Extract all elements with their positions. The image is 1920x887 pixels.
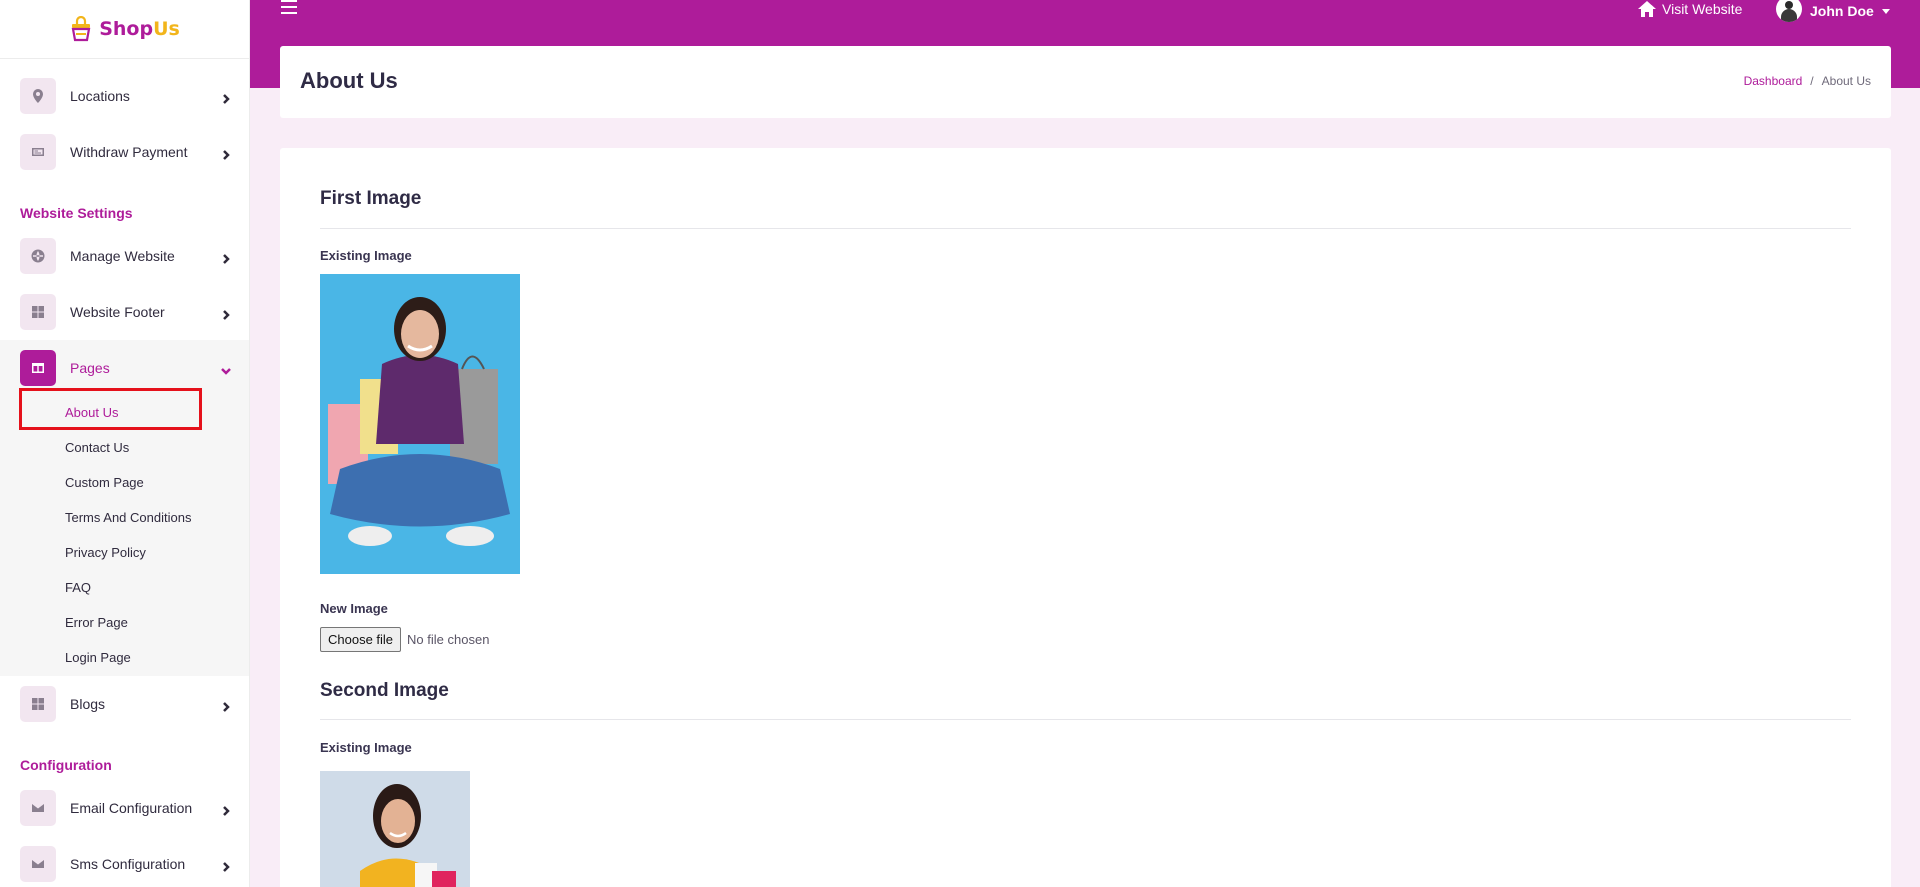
sidebar-item-label: Sms Configuration [70, 856, 186, 872]
visit-website-label: Visit Website [1662, 1, 1743, 17]
choose-file-button[interactable]: Choose file [320, 627, 402, 652]
caret-down-icon [1881, 8, 1890, 14]
first-existing-image-label: Existing Image [320, 248, 412, 263]
brand-name: ShopUs [99, 18, 180, 40]
sidebar-item-label: Email Configuration [70, 800, 193, 816]
divider [320, 228, 1851, 229]
chevron-down-icon [220, 362, 232, 375]
grid-icon [20, 294, 56, 330]
sidebar-item-label: Pages [70, 360, 110, 376]
first-image-title: First Image [320, 188, 422, 209]
columns-icon [20, 350, 56, 386]
chevron-right-icon [220, 858, 232, 872]
content-card: First Image Existing Image New Image Cho… [280, 148, 1891, 887]
breadcrumb: Dashboard / About Us [1744, 74, 1871, 88]
user-name: John Doe [1810, 3, 1874, 19]
submenu-item-error-page[interactable]: Error Page [65, 615, 128, 630]
sidebar-item-locations[interactable]: Locations [0, 68, 249, 124]
payment-card-icon [20, 134, 56, 170]
page-title: About Us [300, 68, 398, 93]
sidebar: ShopUs Locations Withdraw Payment Websit… [0, 0, 250, 887]
home-icon [1638, 1, 1656, 17]
sidebar-item-email-configuration[interactable]: Email Configuration [0, 780, 249, 836]
first-file-input[interactable]: Choose file No file chosen [320, 627, 489, 652]
submenu-item-login-page[interactable]: Login Page [65, 650, 131, 665]
chevron-right-icon [220, 698, 232, 712]
chevron-right-icon [220, 90, 232, 104]
chevron-right-icon [220, 146, 232, 160]
chevron-right-icon [220, 250, 232, 264]
chevron-right-icon [220, 802, 232, 816]
second-existing-image-label: Existing Image [320, 740, 412, 755]
brand-logo[interactable]: ShopUs [0, 0, 249, 59]
file-status: No file chosen [407, 632, 490, 647]
selection-highlight [19, 388, 202, 430]
submenu-item-custom-page[interactable]: Custom Page [65, 475, 144, 490]
divider [320, 719, 1851, 720]
grid-icon [20, 686, 56, 722]
envelope-icon [20, 790, 56, 826]
submenu-item-terms[interactable]: Terms And Conditions [65, 510, 191, 525]
sidebar-item-label: Withdraw Payment [70, 144, 188, 160]
sidebar-item-label: Locations [70, 88, 130, 104]
sidebar-item-label: Blogs [70, 696, 106, 712]
shopping-basket-icon [71, 16, 91, 42]
sidebar-item-website-footer[interactable]: Website Footer [0, 284, 249, 340]
submenu-item-privacy-policy[interactable]: Privacy Policy [65, 545, 146, 560]
avatar [1776, 0, 1802, 22]
sidebar-item-manage-website[interactable]: Manage Website [0, 228, 249, 284]
breadcrumb-dashboard-link[interactable]: Dashboard [1744, 74, 1803, 88]
menu-toggle-icon[interactable] [281, 0, 297, 16]
submenu-item-faq[interactable]: FAQ [65, 580, 91, 595]
globe-icon [20, 238, 56, 274]
map-pin-icon [20, 78, 56, 114]
second-image-title: Second Image [320, 680, 449, 701]
second-existing-image [320, 771, 470, 887]
section-title-website-settings: Website Settings [20, 205, 133, 221]
section-title-configuration: Configuration [20, 757, 112, 773]
envelope-icon [20, 846, 56, 882]
sidebar-item-blogs[interactable]: Blogs [0, 676, 249, 732]
first-new-image-label: New Image [320, 601, 388, 616]
breadcrumb-current: About Us [1821, 74, 1871, 88]
chevron-right-icon [220, 306, 232, 320]
page-header: About Us Dashboard / About Us [280, 46, 1891, 118]
visit-website-link[interactable]: Visit Website [1638, 0, 1742, 18]
sidebar-item-label: Website Footer [70, 304, 165, 320]
sidebar-item-sms-configuration[interactable]: Sms Configuration [0, 836, 249, 887]
breadcrumb-separator: / [1810, 74, 1814, 88]
sidebar-item-label: Manage Website [70, 248, 175, 264]
first-existing-image [320, 274, 520, 574]
submenu-item-contact-us[interactable]: Contact Us [65, 440, 129, 455]
sidebar-item-withdraw-payment[interactable]: Withdraw Payment [0, 124, 249, 180]
user-menu[interactable]: John Doe [1776, 0, 1890, 22]
